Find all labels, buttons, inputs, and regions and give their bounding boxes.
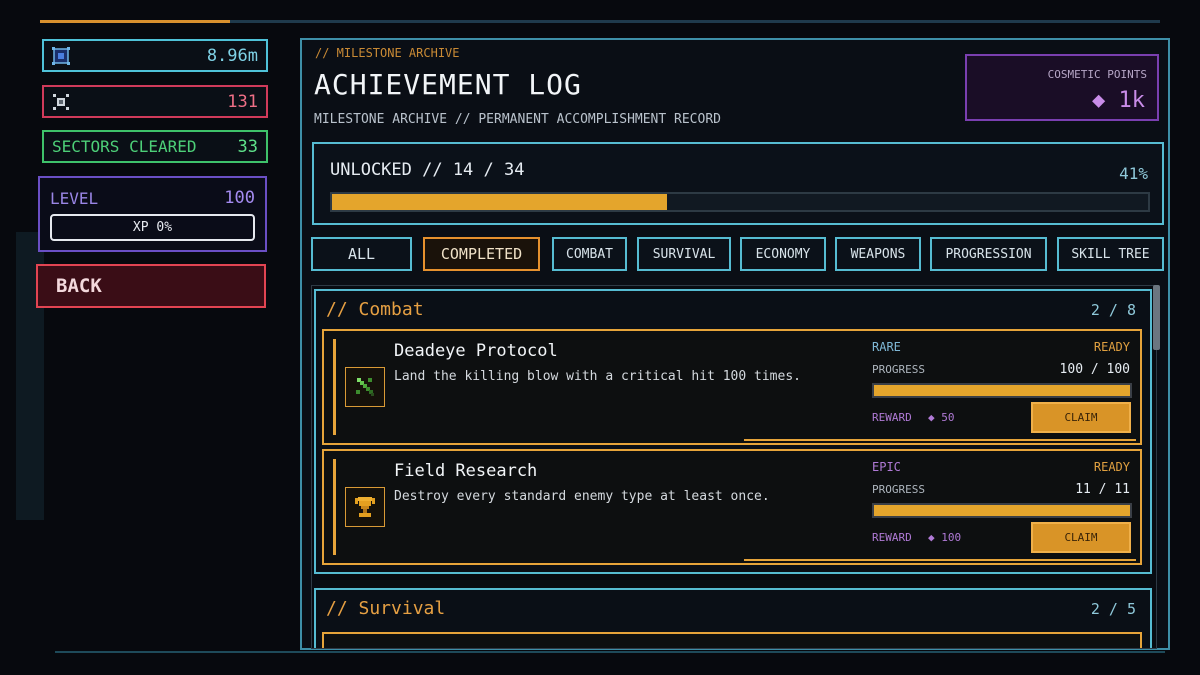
unlock-progress-bar [330,192,1150,212]
level-value: 100 [224,188,255,208]
status-badge: READY [1093,460,1130,474]
achievement-list[interactable]: // Combat 2 / 8 Deadeye Protocol Land th… [311,285,1157,649]
credits-stat: 8.96m [42,39,268,72]
cosmetic-points-value: ◆ 1k [1092,88,1145,113]
sectors-value: 33 [237,136,258,157]
top-frame-line [40,20,1160,23]
page-subtitle: MILESTONE ARCHIVE // PERMANENT ACCOMPLIS… [314,112,721,127]
rarity-label: RARE [872,340,901,354]
achievement-card: Deadeye Protocol Land the killing blow w… [322,329,1142,445]
kills-stat: 131 [42,85,268,118]
bottom-frame-line [55,651,1165,653]
eyebrow-label: // MILESTONE ARCHIVE [315,46,460,60]
achievement-description: Destroy every standard enemy type at lea… [394,489,770,504]
achievement-description: Land the killing blow with a critical hi… [394,369,801,384]
progress-value: 100 / 100 [1059,362,1130,377]
section-title: // Survival [326,598,446,619]
status-badge: READY [1093,340,1130,354]
level-label: LEVEL [50,188,99,208]
list-scrollbar[interactable] [1153,285,1160,350]
card-bottom-line [744,439,1136,441]
achievement-name: Field Research [394,461,538,481]
claim-button[interactable]: CLAIM [1031,522,1131,553]
credits-chip-icon [52,46,70,65]
sectors-stat: SECTORS CLEARED 33 [42,130,268,163]
cosmetic-points-label: COSMETIC POINTS [1047,68,1147,81]
tab-all[interactable]: ALL [311,237,412,271]
sword-icon [345,367,385,407]
tab-completed[interactable]: COMPLETED [423,237,540,271]
reward-value: ◆ 100 [928,531,962,544]
tab-skill-tree[interactable]: SKILL TREE [1057,237,1164,271]
page-title: ACHIEVEMENT LOG [314,68,582,101]
progress-value: 11 / 11 [1075,482,1130,497]
reward-label: REWARD [872,411,912,424]
progress-label: PROGRESS [872,363,925,376]
achievement-name: Deadeye Protocol [394,341,558,361]
section-title: // Combat [326,299,424,320]
crosshair-icon [52,93,70,111]
top-frame-accent [40,20,230,23]
tab-progression[interactable]: PROGRESSION [930,237,1047,271]
back-button[interactable]: BACK [36,264,266,308]
achievement-card: Field Research Destroy every standard en… [322,449,1142,565]
xp-bar: XP 0% [50,214,255,241]
achievement-card [322,632,1142,648]
sectors-label: SECTORS CLEARED [52,137,197,156]
trophy-icon [345,487,385,527]
card-rail [333,339,336,435]
rarity-label: EPIC [872,460,901,474]
section-combat: // Combat 2 / 8 Deadeye Protocol Land th… [314,289,1152,574]
card-bottom-line [744,559,1136,561]
reward-label: REWARD [872,531,912,544]
section-count: 2 / 8 [1090,301,1136,319]
progress-bar [872,503,1132,518]
progress-fill [874,505,1130,516]
section-survival: // Survival 2 / 5 [314,588,1152,648]
level-panel: LEVEL 100 XP 0% [38,176,267,252]
cosmetic-points-box: COSMETIC POINTS ◆ 1k [965,54,1159,121]
unlock-percent: 41% [1119,164,1148,183]
card-rail [333,459,336,555]
tab-economy[interactable]: ECONOMY [740,237,826,271]
unlock-summary: UNLOCKED // 14 / 34 41% [312,142,1164,225]
unlock-progress-fill [332,194,667,210]
achievement-panel: // MILESTONE ARCHIVE ACHIEVEMENT LOG MIL… [300,38,1170,650]
section-count: 2 / 5 [1090,600,1136,618]
claim-button[interactable]: CLAIM [1031,402,1131,433]
tab-weapons[interactable]: WEAPONS [835,237,921,271]
tab-survival[interactable]: SURVIVAL [637,237,731,271]
credits-value: 8.96m [206,45,258,66]
unlock-label: UNLOCKED // 14 / 34 [330,160,525,180]
kills-value: 131 [227,91,258,112]
progress-label: PROGRESS [872,483,925,496]
progress-bar [872,383,1132,398]
progress-fill [874,385,1130,396]
reward-value: ◆ 50 [928,411,955,424]
tab-combat[interactable]: COMBAT [552,237,627,271]
